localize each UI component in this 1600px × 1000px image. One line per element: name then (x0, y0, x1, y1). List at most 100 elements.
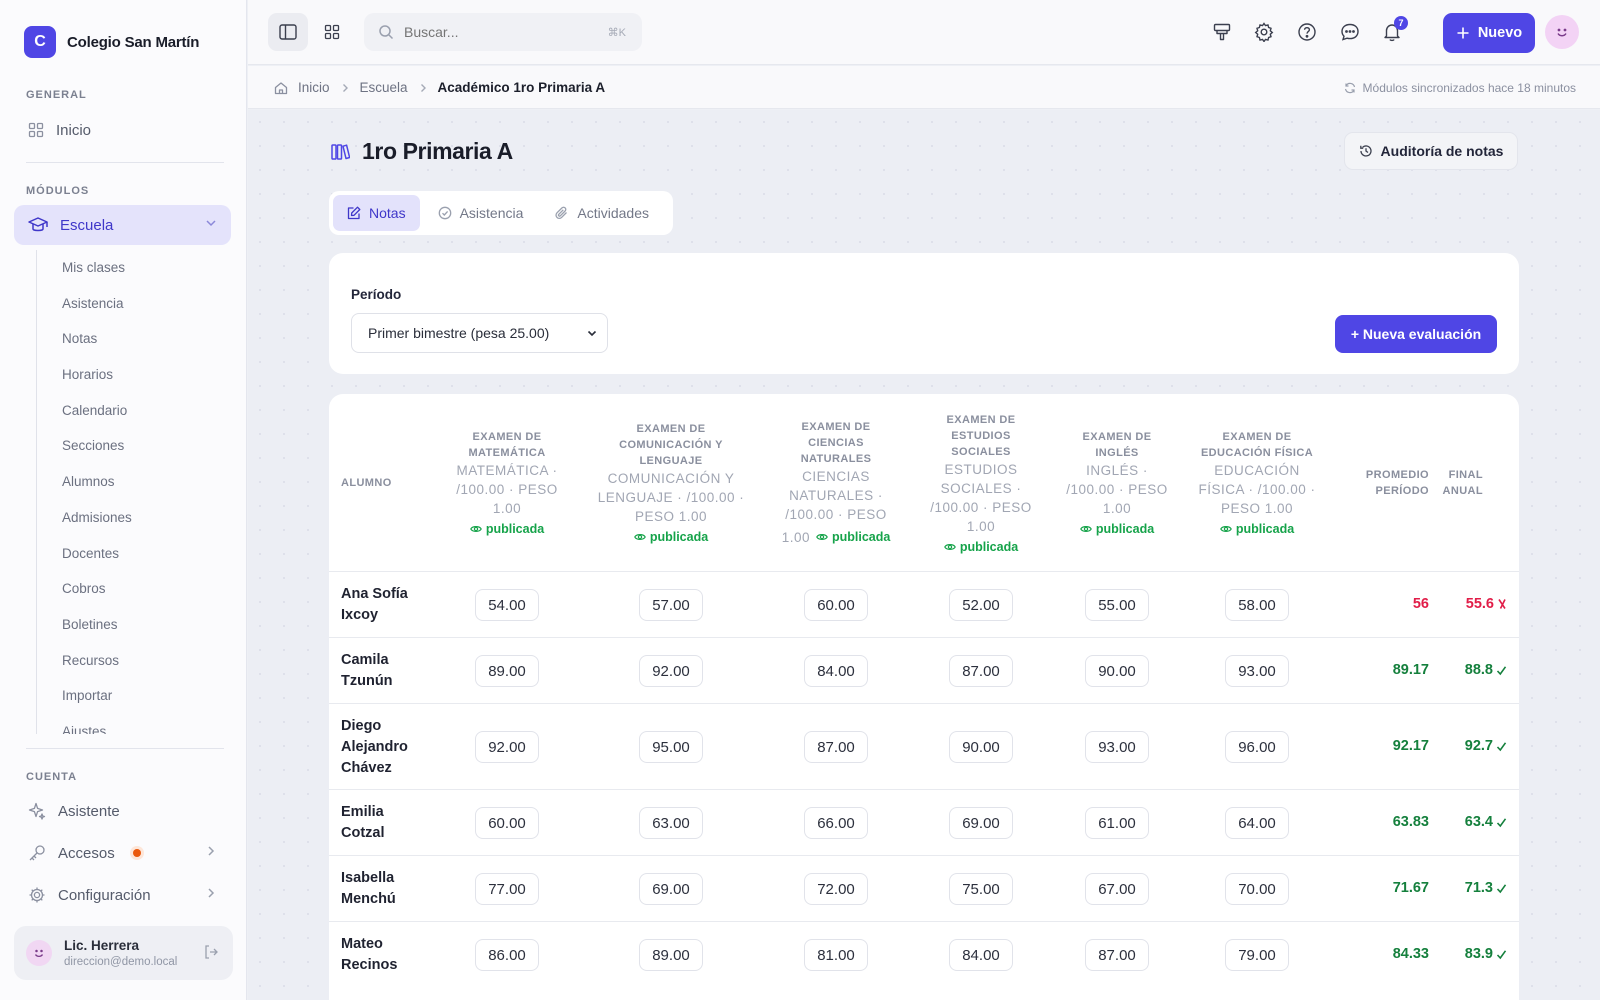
period-average: 92.17 (1392, 738, 1429, 754)
submenu-item[interactable]: Recursos (37, 643, 226, 679)
tab-grades[interactable]: Notas (333, 195, 420, 231)
search-shortcut: ⌘K (607, 26, 626, 39)
apps-button[interactable] (312, 13, 352, 51)
grade-input[interactable]: 55.00 (1085, 589, 1149, 621)
tab-activities[interactable]: Actividades (541, 195, 663, 231)
grade-input[interactable]: 52.00 (949, 589, 1013, 621)
avatar[interactable] (1545, 15, 1579, 49)
table-row: Diego Alejandro Chávez 92.00 95.00 87.00 90.00… (329, 703, 1519, 789)
grade-input[interactable]: 86.00 (475, 939, 539, 971)
column-header-detail: COMUNICACIÓN Y (607, 471, 735, 486)
grade-input[interactable]: 81.00 (804, 939, 868, 971)
sidebar-item-home[interactable]: Inicio (14, 110, 231, 150)
period-average: 56 (1412, 596, 1429, 612)
breadcrumb-item[interactable]: Escuela (360, 80, 408, 95)
grade-input[interactable]: 75.00 (949, 873, 1013, 905)
grade-input[interactable]: 58.00 (1225, 589, 1289, 621)
grade-input[interactable]: 70.00 (1225, 873, 1289, 905)
eye-icon (633, 531, 646, 543)
grade-input[interactable]: 79.00 (1225, 939, 1289, 971)
table-row: Mateo Recinos 86.00 89.00 81.00 84.00 87.00 79.… (329, 921, 1519, 987)
submenu-item[interactable]: Horarios (37, 357, 226, 393)
submenu-item[interactable]: Boletines (37, 607, 226, 643)
notifications-button[interactable]: 7 (1379, 16, 1408, 45)
grade-input[interactable]: 84.00 (804, 655, 868, 687)
search-input[interactable] (404, 24, 584, 40)
column-header-detail: 1.00 (1102, 501, 1132, 516)
user-card[interactable]: Lic. Herrera direccion@demo.local (14, 926, 233, 980)
grade-input[interactable]: 63.00 (639, 807, 703, 839)
grade-input[interactable]: 84.00 (949, 939, 1013, 971)
submenu-item[interactable]: Alumnos (37, 464, 226, 500)
grade-input[interactable]: 92.00 (639, 655, 703, 687)
chevron-down-icon[interactable] (205, 217, 217, 229)
submenu-item[interactable]: Admisiones (37, 500, 226, 536)
column-header-detail: FÍSICA · /100.00 · (1198, 482, 1316, 497)
grade-input[interactable]: 67.00 (1085, 873, 1149, 905)
student-name: Emilia Cotzal (341, 802, 385, 844)
sidebar-toggle-button[interactable] (268, 13, 308, 51)
grade-input[interactable]: 60.00 (804, 589, 868, 621)
grade-input[interactable]: 61.00 (1085, 807, 1149, 839)
grade-input[interactable]: 93.00 (1085, 731, 1149, 763)
grade-input[interactable]: 89.00 (475, 655, 539, 687)
grade-input[interactable]: 66.00 (804, 807, 868, 839)
grade-input[interactable]: 95.00 (639, 731, 703, 763)
submenu-item[interactable]: Cobros (37, 571, 226, 607)
logout-icon[interactable] (203, 944, 219, 960)
column-header-exam: EXAMEN DE MATEMÁTICA MATEMÁTICA · /100.00 ·… (447, 394, 567, 571)
grade-input[interactable]: 72.00 (804, 873, 868, 905)
grade-input[interactable]: 89.00 (639, 939, 703, 971)
column-header-title: EDUCACIÓN FÍSICA (1200, 447, 1314, 459)
grade-input[interactable]: 64.00 (1225, 807, 1289, 839)
submenu-item[interactable]: Ajustes (37, 714, 226, 734)
grade-input[interactable]: 92.00 (475, 731, 539, 763)
submenu-item[interactable]: Asistencia (37, 286, 226, 322)
page-title: 1ro Primaria A (362, 138, 513, 164)
home-icon[interactable] (274, 81, 288, 95)
sidebar-item-assistant[interactable]: Asistente (14, 791, 231, 831)
avatar (26, 940, 52, 966)
submenu-item[interactable]: Mis clases (37, 250, 226, 286)
breadcrumb-item[interactable]: Inicio (298, 80, 330, 95)
sidebar-item-access[interactable]: Accesos (14, 833, 231, 873)
submenu-item[interactable]: Notas (37, 321, 226, 357)
grade-input[interactable]: 90.00 (1085, 655, 1149, 687)
settings-button[interactable] (1251, 19, 1277, 45)
brand[interactable]: C Colegio San Martín (24, 26, 199, 58)
grade-input[interactable]: 87.00 (1085, 939, 1149, 971)
audit-button[interactable]: Auditoría de notas (1344, 132, 1518, 170)
sparkle-icon (28, 802, 46, 820)
grade-input[interactable]: 87.00 (804, 731, 868, 763)
grade-input[interactable]: 69.00 (639, 873, 703, 905)
grade-input[interactable]: 69.00 (949, 807, 1013, 839)
tab-attendance[interactable]: Asistencia (424, 195, 538, 231)
messages-button[interactable] (1337, 19, 1363, 45)
help-button[interactable] (1294, 19, 1320, 45)
new-button[interactable]: Nuevo (1443, 13, 1535, 53)
grade-input[interactable]: 60.00 (475, 807, 539, 839)
sidebar-item-config[interactable]: Configuración (14, 875, 231, 915)
grade-input[interactable]: 87.00 (949, 655, 1013, 687)
sidebar-item-school[interactable]: Escuela (14, 205, 231, 245)
grade-input[interactable]: 90.00 (949, 731, 1013, 763)
column-header-exam: EXAMEN DE COMUNICACIÓN Y LENGUAJE COMUNICAC… (596, 394, 746, 571)
sync-text: Módulos sincronizados hace 18 minutos (1362, 80, 1576, 95)
announcements-button[interactable] (1209, 19, 1235, 45)
submenu-item[interactable]: Calendario (37, 393, 226, 429)
submenu-item[interactable]: Docentes (37, 536, 226, 572)
grade-input[interactable]: 54.00 (475, 589, 539, 621)
published-row: publicada (1219, 518, 1294, 536)
grade-input[interactable]: 57.00 (639, 589, 703, 621)
search-box[interactable]: ⌘K (364, 13, 642, 51)
period-select[interactable]: Primer bimestre (pesa 25.00) (351, 313, 608, 353)
submenu-item[interactable]: Secciones (37, 428, 226, 464)
divider (26, 748, 224, 749)
grade-input[interactable]: 77.00 (475, 873, 539, 905)
annual-final: 63.4 (1465, 814, 1507, 830)
grade-input[interactable]: 96.00 (1225, 731, 1289, 763)
submenu-item[interactable]: Importar (37, 678, 226, 714)
grade-input[interactable]: 93.00 (1225, 655, 1289, 687)
table-row: Emilia Cotzal 60.00 63.00 66.00 69.00 61.00 64.… (329, 789, 1519, 855)
new-evaluation-button[interactable]: + Nueva evaluación (1335, 315, 1497, 353)
